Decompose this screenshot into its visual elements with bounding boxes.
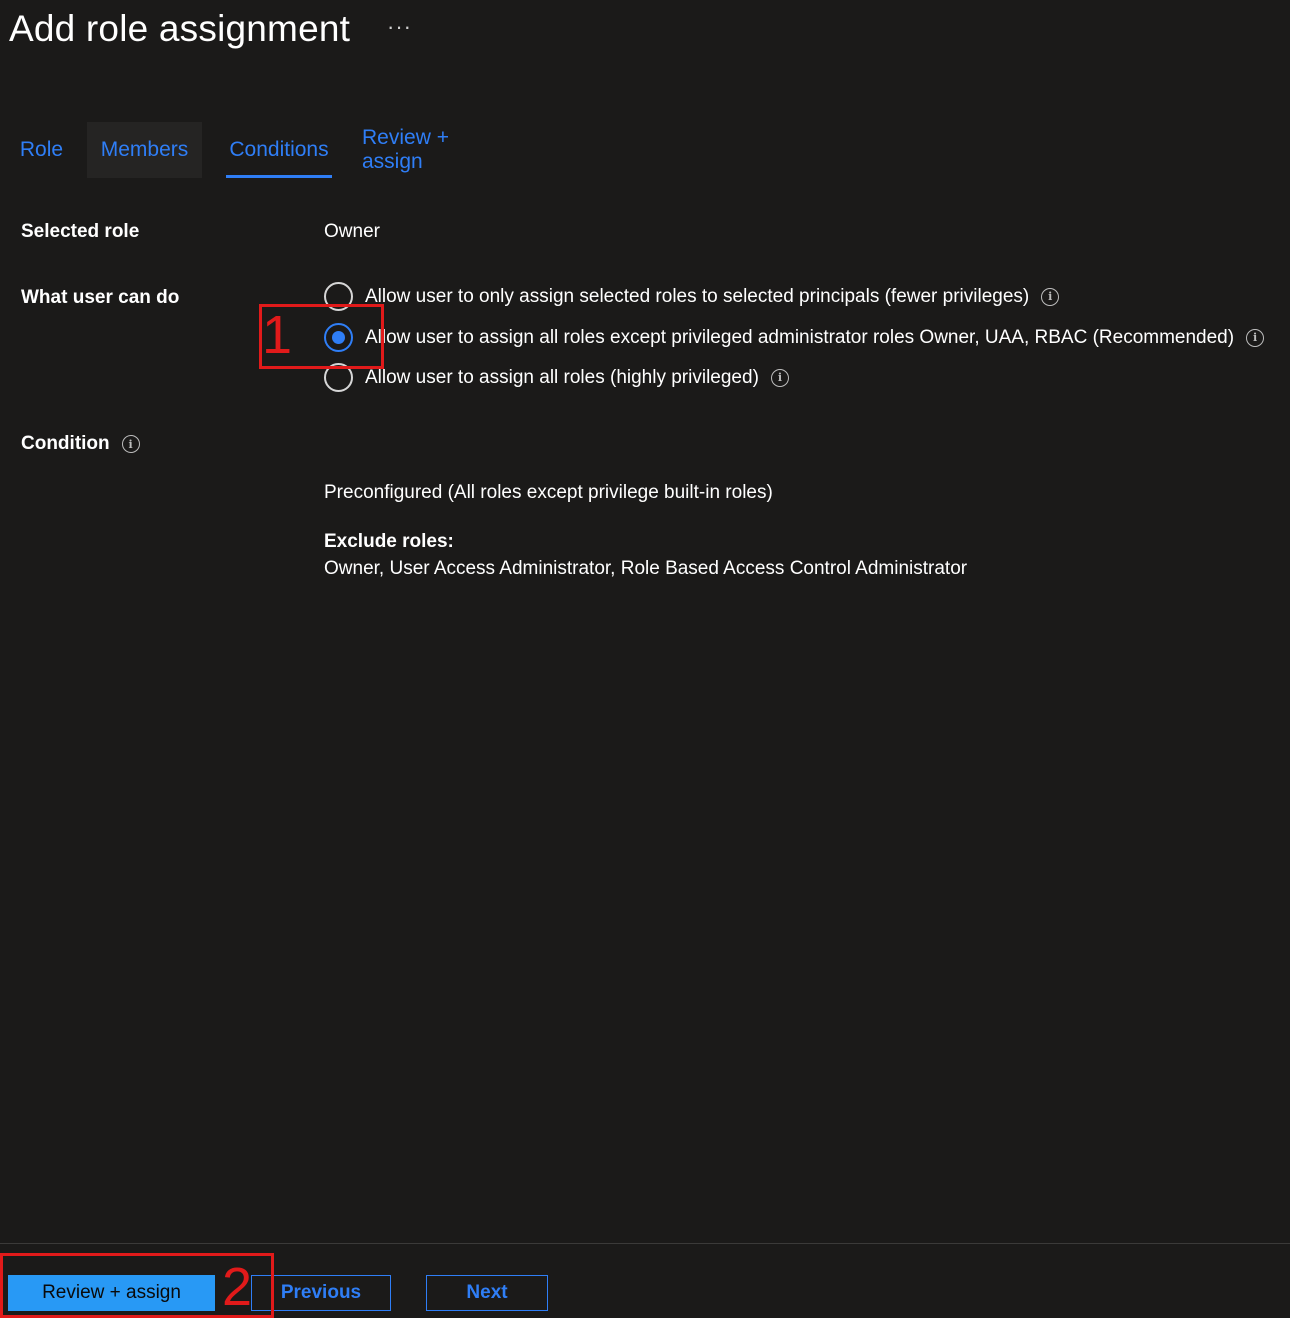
page-title: Add role assignment	[9, 8, 351, 49]
add-role-assignment-page: Add role assignment ··· Role Members Con…	[0, 0, 1290, 1318]
option-highly-privileged[interactable]: Allow user to assign all roles (highly p…	[324, 363, 789, 392]
info-icon[interactable]: i	[770, 368, 789, 387]
next-button[interactable]: Next	[426, 1275, 548, 1311]
condition-label: Condition	[21, 433, 110, 454]
option-recommended[interactable]: Allow user to assign all roles except pr…	[324, 323, 1265, 352]
exclude-roles-label: Exclude roles:	[324, 531, 454, 552]
annotation-number-1: 1	[262, 305, 293, 365]
tab-conditions[interactable]: Conditions	[226, 122, 332, 178]
what-user-can-do-label: What user can do	[21, 287, 180, 308]
footer-divider	[0, 1243, 1290, 1244]
option-fewer-privileges[interactable]: Allow user to only assign selected roles…	[324, 282, 1060, 311]
condition-label-row: Condition i	[21, 433, 140, 455]
option-label[interactable]: Allow user to assign all roles except pr…	[365, 327, 1234, 349]
selected-role-value: Owner	[324, 221, 380, 242]
tab-members[interactable]: Members	[87, 122, 202, 178]
more-options-icon[interactable]: ···	[387, 14, 412, 40]
selected-role-label: Selected role	[21, 221, 140, 242]
info-icon[interactable]: i	[1246, 328, 1265, 347]
info-icon[interactable]: i	[1041, 287, 1060, 306]
annotation-number-2: 2	[222, 1257, 253, 1317]
exclude-roles-value: Owner, User Access Administrator, Role B…	[324, 558, 968, 579]
option-label[interactable]: Allow user to only assign selected roles…	[365, 286, 1029, 308]
condition-value: Preconfigured (All roles except privileg…	[324, 482, 773, 503]
option-label[interactable]: Allow user to assign all roles (highly p…	[365, 367, 759, 389]
tab-review-assign[interactable]: Review + assign	[362, 122, 514, 178]
tab-role[interactable]: Role	[8, 122, 75, 178]
tab-bar: Role Members Conditions Review + assign	[8, 122, 514, 178]
info-icon[interactable]: i	[121, 435, 140, 453]
